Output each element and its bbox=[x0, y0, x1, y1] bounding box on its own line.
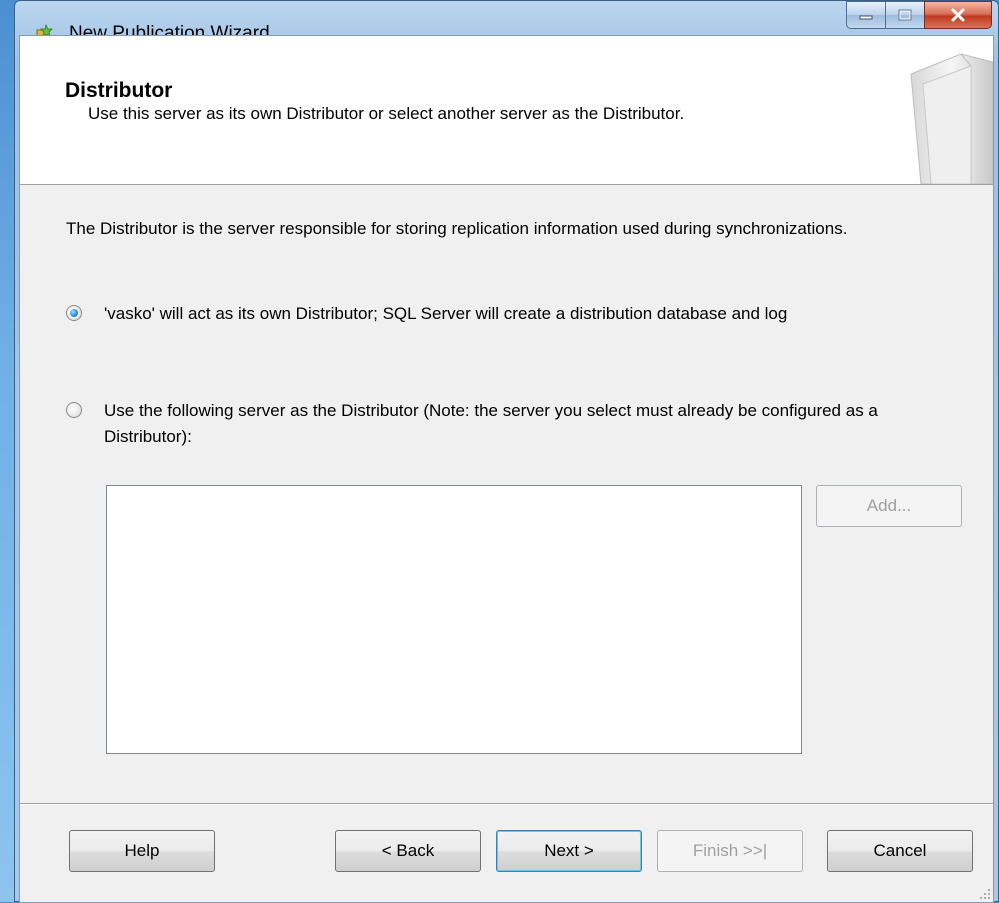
maximize-button[interactable] bbox=[885, 1, 925, 29]
finish-button[interactable]: Finish >>| bbox=[657, 830, 803, 872]
intro-text: The Distributor is the server responsibl… bbox=[66, 219, 848, 238]
window-controls bbox=[846, 1, 992, 29]
close-button[interactable] bbox=[924, 1, 992, 29]
wizard-header: Distributor Use this server as its own D… bbox=[20, 36, 993, 185]
cancel-button[interactable]: Cancel bbox=[827, 830, 973, 872]
help-button[interactable]: Help bbox=[69, 830, 215, 872]
minimize-icon bbox=[859, 15, 873, 20]
option-other-distributor-label: Use the following server as the Distribu… bbox=[104, 401, 878, 446]
wizard-window: New Publication Wizard Distributor Use t… bbox=[14, 0, 999, 903]
resize-grip-icon[interactable] bbox=[977, 886, 991, 900]
footer-separator bbox=[20, 803, 993, 805]
option-own-distributor-label: 'vasko' will act as its own Distributor;… bbox=[104, 304, 788, 323]
distributor-list[interactable] bbox=[106, 485, 802, 754]
maximize-icon bbox=[898, 9, 912, 21]
page-subtitle: Use this server as its own Distributor o… bbox=[88, 104, 685, 123]
minimize-button[interactable] bbox=[846, 1, 886, 29]
page-title: Distributor bbox=[65, 79, 173, 102]
back-button[interactable]: < Back bbox=[335, 830, 481, 872]
next-button[interactable]: Next > bbox=[496, 830, 642, 872]
radio-other-distributor[interactable] bbox=[66, 402, 82, 418]
option-own-distributor[interactable]: 'vasko' will act as its own Distributor;… bbox=[66, 301, 924, 327]
radio-own-distributor[interactable] bbox=[66, 305, 82, 321]
close-icon bbox=[951, 8, 965, 22]
add-button[interactable]: Add... bbox=[816, 485, 962, 527]
wizard-client-area: Distributor Use this server as its own D… bbox=[19, 35, 994, 903]
server-graphic bbox=[910, 53, 993, 184]
option-other-distributor[interactable]: Use the following server as the Distribu… bbox=[66, 398, 924, 450]
